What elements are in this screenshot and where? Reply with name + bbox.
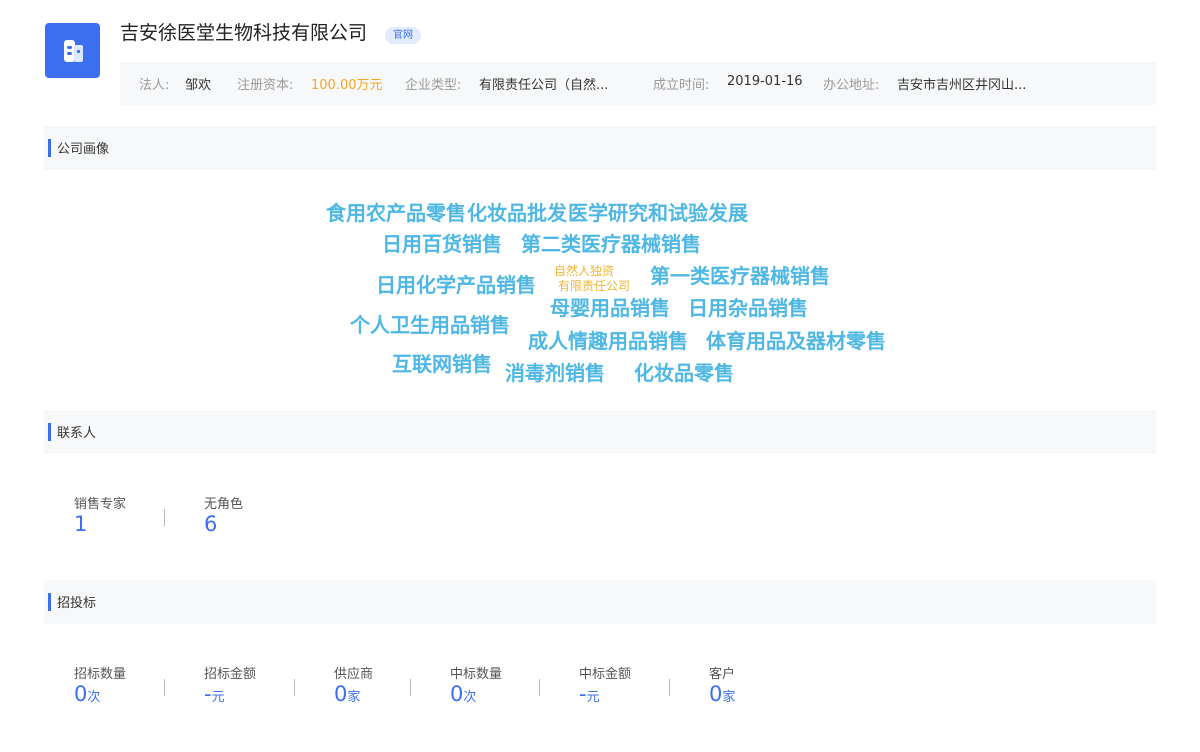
- office-address-label: 办公地址:: [823, 78, 880, 93]
- section-header-portrait: 公司画像: [44, 126, 1156, 170]
- section-accent-bar: [48, 423, 51, 441]
- stat-divider: [669, 679, 670, 696]
- tag-word: 有限责任公司: [558, 279, 631, 293]
- legal-person-label: 法人:: [139, 78, 170, 93]
- stat-value[interactable]: -: [204, 682, 212, 706]
- tag-word: 日用化学产品销售: [376, 273, 536, 297]
- stat-label: 供应商: [334, 667, 374, 682]
- section-title-bidding: 招投标: [57, 596, 97, 611]
- tag-word: 消毒剂销售: [505, 361, 605, 385]
- bid-stat-tender-amount[interactable]: 招标金额 -元: [204, 663, 256, 707]
- stat-label: 招标数量: [74, 667, 127, 682]
- stat-label: 招标金额: [204, 667, 257, 682]
- stat-label: 无角色: [204, 497, 244, 512]
- stat-label: 中标数量: [450, 667, 503, 682]
- company-logo: [45, 23, 100, 78]
- tag-word: 体育用品及器材零售: [706, 329, 886, 353]
- stat-value[interactable]: 6: [204, 512, 217, 536]
- tag-word: 日用杂品销售: [688, 296, 808, 320]
- stat-value[interactable]: 0: [709, 682, 722, 706]
- stat-divider: [410, 679, 411, 696]
- section-title-portrait: 公司画像: [57, 142, 110, 157]
- stat-unit: 次: [87, 690, 101, 705]
- section-header-bidding: 招投标: [44, 580, 1156, 624]
- stat-label: 客户: [709, 667, 736, 682]
- section-accent-bar: [48, 593, 51, 611]
- stat-divider: [294, 679, 295, 696]
- stat-value[interactable]: 0: [450, 682, 463, 706]
- stat-value[interactable]: 1: [74, 512, 87, 536]
- tag-word: 日用百货销售: [382, 232, 502, 256]
- stat-divider: [164, 509, 165, 526]
- tag-word: 成人情趣用品销售: [528, 329, 688, 353]
- company-name[interactable]: 吉安徐医堂生物科技有限公司: [120, 18, 367, 45]
- tag-word: 个人卫生用品销售: [350, 313, 510, 337]
- stat-unit: 元: [211, 690, 225, 705]
- founded-date-value: 2019-01-16: [727, 74, 803, 89]
- stat-value[interactable]: 0: [74, 682, 87, 706]
- bid-stat-tender-count[interactable]: 招标数量 0次: [74, 663, 126, 707]
- bid-stat-suppliers[interactable]: 供应商 0家: [334, 663, 373, 707]
- contact-stat-sales-expert[interactable]: 销售专家 1: [74, 493, 126, 537]
- tag-word: 自然人独资: [554, 264, 615, 278]
- building-icon: [63, 39, 83, 62]
- bid-stat-award-amount[interactable]: 中标金额 -元: [579, 663, 631, 707]
- section-accent-bar: [48, 139, 51, 157]
- stat-label: 销售专家: [74, 497, 127, 512]
- tag-word: 化妆品零售: [634, 361, 734, 385]
- stat-label: 中标金额: [579, 667, 632, 682]
- bid-stat-customers[interactable]: 客户 0家: [709, 663, 735, 707]
- company-info-bar: 法人: 邹欢 注册资本: 100.00万元 企业类型: 有限责任公司（自然...…: [120, 62, 1156, 105]
- official-site-badge[interactable]: 官网: [385, 27, 421, 44]
- tag-word: 互联网销售: [392, 352, 492, 376]
- stat-unit: 元: [586, 690, 600, 705]
- legal-person-value[interactable]: 邹欢: [185, 74, 211, 93]
- section-header-contacts: 联系人: [44, 410, 1156, 454]
- section-title-contacts: 联系人: [57, 426, 97, 441]
- stat-divider: [164, 679, 165, 696]
- tag-word: 母婴用品销售: [550, 296, 670, 320]
- founded-date-label: 成立时间:: [653, 78, 710, 93]
- stat-value[interactable]: -: [579, 682, 587, 706]
- stat-divider: [539, 679, 540, 696]
- stat-unit: 家: [722, 690, 736, 705]
- stat-unit: 次: [463, 690, 477, 705]
- tag-word: 医学研究和试验发展: [568, 201, 748, 225]
- registered-capital-value: 100.00万元: [311, 78, 383, 93]
- tag-word: 化妆品批发: [467, 201, 567, 225]
- office-address-value: 吉安市吉州区井冈山...: [897, 78, 1027, 93]
- registered-capital-label: 注册资本:: [237, 78, 294, 93]
- stat-unit: 家: [347, 690, 361, 705]
- company-type-value: 有限责任公司（自然...: [479, 78, 609, 93]
- stat-value[interactable]: 0: [334, 682, 347, 706]
- bid-stat-award-count[interactable]: 中标数量 0次: [450, 663, 502, 707]
- tag-word: 第一类医疗器械销售: [650, 264, 830, 288]
- tag-word: 食用农产品零售: [326, 201, 466, 225]
- tag-word: 第二类医疗器械销售: [521, 232, 701, 256]
- company-type-label: 企业类型:: [405, 78, 462, 93]
- contact-stat-no-role[interactable]: 无角色 6: [204, 493, 243, 537]
